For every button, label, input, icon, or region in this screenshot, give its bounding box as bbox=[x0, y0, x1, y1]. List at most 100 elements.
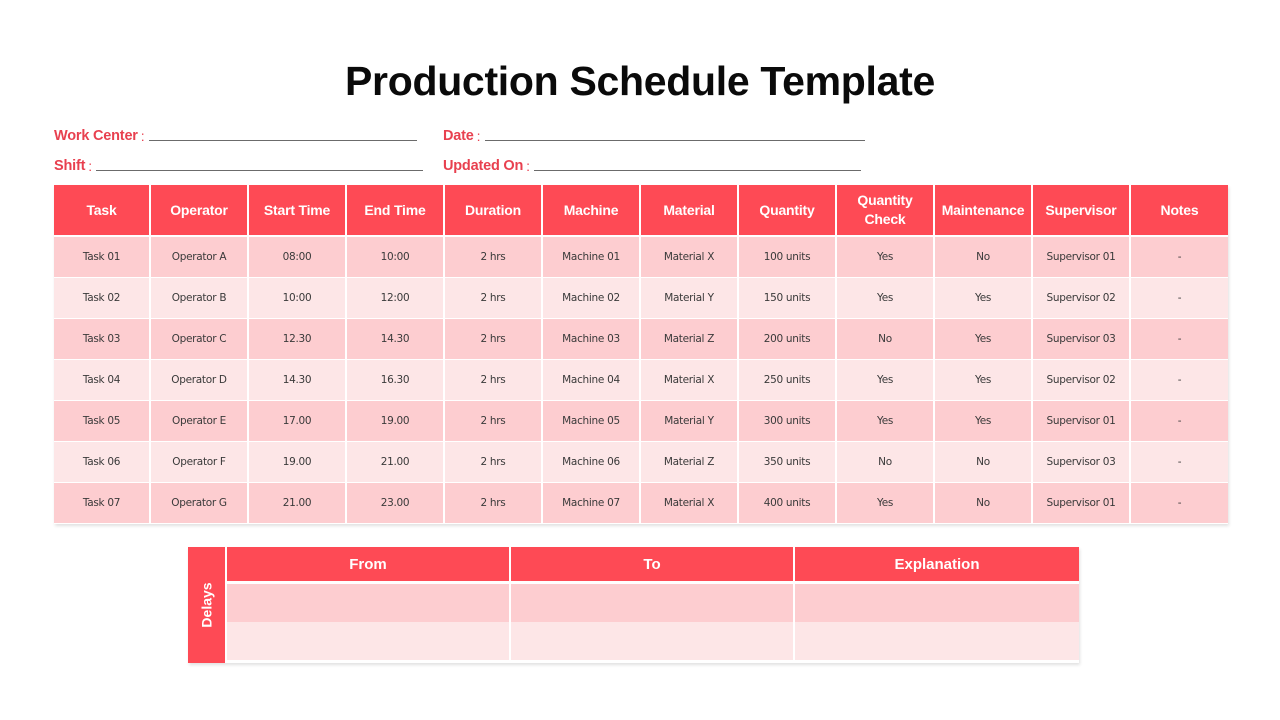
table-cell[interactable]: 2 hrs bbox=[445, 360, 543, 401]
table-cell[interactable]: 150 units bbox=[739, 278, 837, 319]
table-cell[interactable]: 350 units bbox=[739, 442, 837, 483]
table-cell[interactable]: No bbox=[837, 442, 935, 483]
table-cell[interactable]: Operator D bbox=[151, 360, 249, 401]
shift-field[interactable]: Shift : bbox=[54, 154, 424, 174]
updated-on-input-line[interactable] bbox=[534, 170, 862, 171]
table-cell[interactable]: Supervisor 03 bbox=[1033, 319, 1131, 360]
table-cell[interactable]: 2 hrs bbox=[445, 442, 543, 483]
table-cell[interactable]: - bbox=[1131, 442, 1228, 483]
table-cell[interactable]: Operator F bbox=[151, 442, 249, 483]
table-cell[interactable]: Yes bbox=[837, 237, 935, 278]
table-cell[interactable]: - bbox=[1131, 237, 1228, 278]
table-cell[interactable]: Material X bbox=[641, 483, 739, 524]
table-cell[interactable]: Material X bbox=[641, 237, 739, 278]
delays-cell[interactable] bbox=[795, 622, 1079, 660]
table-cell[interactable]: Material Z bbox=[641, 319, 739, 360]
table-cell[interactable]: Machine 04 bbox=[543, 360, 641, 401]
table-cell[interactable]: Task 01 bbox=[54, 237, 151, 278]
date-field[interactable]: Date : bbox=[443, 124, 865, 144]
table-cell[interactable]: 200 units bbox=[739, 319, 837, 360]
table-cell[interactable]: Task 06 bbox=[54, 442, 151, 483]
table-cell[interactable]: Operator E bbox=[151, 401, 249, 442]
work-center-input-line[interactable] bbox=[148, 140, 417, 141]
table-cell[interactable]: Task 03 bbox=[54, 319, 151, 360]
delays-cell[interactable] bbox=[227, 622, 511, 660]
table-cell[interactable]: Yes bbox=[837, 401, 935, 442]
table-cell[interactable]: Supervisor 01 bbox=[1033, 483, 1131, 524]
table-cell[interactable]: Supervisor 01 bbox=[1033, 237, 1131, 278]
date-label: Date bbox=[443, 128, 474, 144]
table-cell[interactable]: 250 units bbox=[739, 360, 837, 401]
table-cell[interactable]: Yes bbox=[837, 278, 935, 319]
updated-on-field[interactable]: Updated On : bbox=[443, 154, 862, 174]
table-cell[interactable]: 21.00 bbox=[249, 483, 347, 524]
table-cell[interactable]: Task 07 bbox=[54, 483, 151, 524]
table-cell[interactable]: 2 hrs bbox=[445, 278, 543, 319]
table-cell[interactable]: - bbox=[1131, 360, 1228, 401]
table-cell[interactable]: 21.00 bbox=[347, 442, 445, 483]
table-cell[interactable]: Material Y bbox=[641, 278, 739, 319]
table-cell[interactable]: No bbox=[935, 483, 1033, 524]
table-cell[interactable]: - bbox=[1131, 483, 1228, 524]
table-cell[interactable]: Supervisor 03 bbox=[1033, 442, 1131, 483]
table-cell[interactable]: No bbox=[935, 442, 1033, 483]
table-cell[interactable]: Supervisor 02 bbox=[1033, 278, 1131, 319]
delays-cell[interactable] bbox=[795, 584, 1079, 622]
table-cell[interactable]: Supervisor 01 bbox=[1033, 401, 1131, 442]
table-cell[interactable]: Machine 05 bbox=[543, 401, 641, 442]
table-cell[interactable]: Machine 06 bbox=[543, 442, 641, 483]
table-cell[interactable]: 14.30 bbox=[249, 360, 347, 401]
table-cell[interactable]: 10:00 bbox=[249, 278, 347, 319]
table-cell[interactable]: Machine 01 bbox=[543, 237, 641, 278]
table-cell[interactable]: Task 02 bbox=[54, 278, 151, 319]
table-cell[interactable]: Machine 03 bbox=[543, 319, 641, 360]
table-cell[interactable]: Machine 07 bbox=[543, 483, 641, 524]
table-cell[interactable]: 2 hrs bbox=[445, 483, 543, 524]
table-cell[interactable]: No bbox=[837, 319, 935, 360]
delays-cell[interactable] bbox=[227, 584, 511, 622]
table-cell[interactable]: 2 hrs bbox=[445, 401, 543, 442]
shift-input-line[interactable] bbox=[96, 170, 424, 171]
table-cell[interactable]: 10:00 bbox=[347, 237, 445, 278]
delays-cell[interactable] bbox=[511, 584, 795, 622]
table-cell[interactable]: Operator B bbox=[151, 278, 249, 319]
table-cell[interactable]: 400 units bbox=[739, 483, 837, 524]
table-cell[interactable]: Operator G bbox=[151, 483, 249, 524]
table-cell[interactable]: Machine 02 bbox=[543, 278, 641, 319]
table-cell[interactable]: Material Z bbox=[641, 442, 739, 483]
table-cell[interactable]: Yes bbox=[837, 483, 935, 524]
table-cell[interactable]: Supervisor 02 bbox=[1033, 360, 1131, 401]
table-cell[interactable]: - bbox=[1131, 401, 1228, 442]
table-cell[interactable]: 16.30 bbox=[347, 360, 445, 401]
table-cell[interactable]: Task 05 bbox=[54, 401, 151, 442]
table-cell[interactable]: 12:00 bbox=[347, 278, 445, 319]
table-cell[interactable]: 2 hrs bbox=[445, 237, 543, 278]
table-cell[interactable]: 300 units bbox=[739, 401, 837, 442]
table-cell[interactable]: Operator C bbox=[151, 319, 249, 360]
table-cell[interactable]: 19.00 bbox=[347, 401, 445, 442]
table-cell[interactable]: 17.00 bbox=[249, 401, 347, 442]
table-cell[interactable]: Yes bbox=[837, 360, 935, 401]
table-cell[interactable]: 08:00 bbox=[249, 237, 347, 278]
table-cell[interactable]: 23.00 bbox=[347, 483, 445, 524]
work-center-field[interactable]: Work Center : bbox=[54, 124, 417, 144]
table-cell[interactable]: Yes bbox=[935, 360, 1033, 401]
table-cell[interactable]: No bbox=[935, 237, 1033, 278]
table-cell[interactable]: Yes bbox=[935, 278, 1033, 319]
table-cell[interactable]: Yes bbox=[935, 319, 1033, 360]
table-cell[interactable]: 14.30 bbox=[347, 319, 445, 360]
date-input-line[interactable] bbox=[484, 140, 865, 141]
table-cell[interactable]: Yes bbox=[935, 401, 1033, 442]
table-cell[interactable]: Material Y bbox=[641, 401, 739, 442]
table-cell[interactable]: - bbox=[1131, 278, 1228, 319]
table-cell[interactable]: 19.00 bbox=[249, 442, 347, 483]
table-cell[interactable]: 100 units bbox=[739, 237, 837, 278]
table-cell[interactable]: Task 04 bbox=[54, 360, 151, 401]
table-cell[interactable]: Material X bbox=[641, 360, 739, 401]
table-cell[interactable]: - bbox=[1131, 319, 1228, 360]
table-cell[interactable]: Operator A bbox=[151, 237, 249, 278]
shift-colon: : bbox=[88, 158, 93, 174]
delays-cell[interactable] bbox=[511, 622, 795, 660]
table-cell[interactable]: 2 hrs bbox=[445, 319, 543, 360]
table-cell[interactable]: 12.30 bbox=[249, 319, 347, 360]
